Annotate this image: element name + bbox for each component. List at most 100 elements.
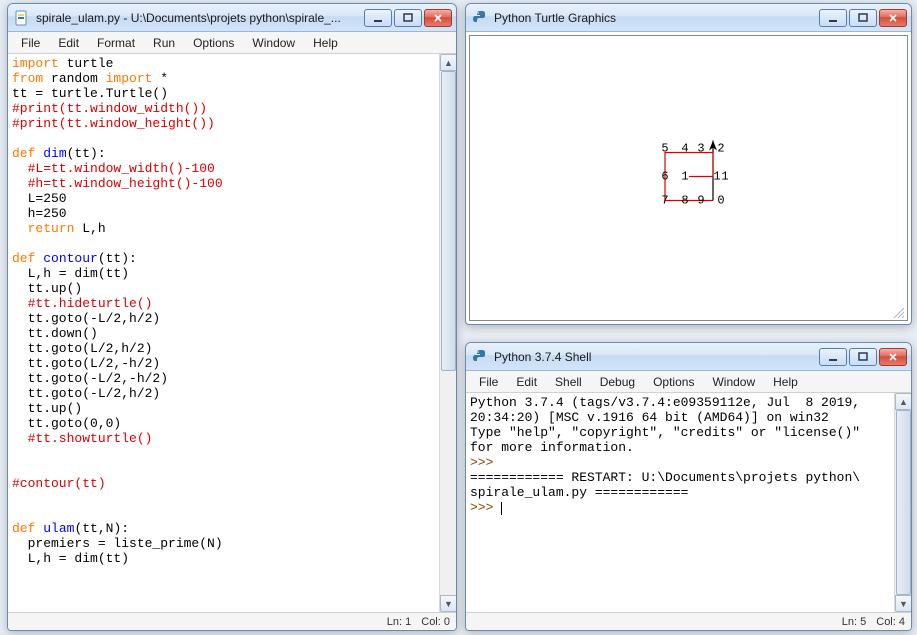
code-line: tt.goto(-L/2,h/2) — [12, 311, 435, 326]
minimize-button[interactable] — [819, 348, 847, 366]
menu-debug[interactable]: Debug — [591, 373, 644, 391]
code-line — [12, 131, 435, 146]
code-line: import turtle — [12, 56, 435, 71]
code-line — [12, 461, 435, 476]
code-line: L=250 — [12, 191, 435, 206]
scroll-down-button[interactable]: ▼ — [895, 595, 911, 612]
close-button[interactable] — [879, 348, 907, 366]
menu-options[interactable]: Options — [184, 34, 243, 52]
code-line: from random import * — [12, 71, 435, 86]
maximize-button[interactable] — [849, 348, 877, 366]
code-line: tt = turtle.Turtle() — [12, 86, 435, 101]
menu-options[interactable]: Options — [644, 373, 703, 391]
shell-scrollbar[interactable]: ▲ ▼ — [894, 393, 911, 612]
editor-titlebar[interactable]: spirale_ulam.py - U:\Documents\projets p… — [8, 4, 456, 32]
turtle-window: Python Turtle Graphics 5 4 — [465, 3, 912, 325]
scroll-up-button[interactable]: ▲ — [895, 393, 911, 410]
shell-col-indicator: Col: 4 — [876, 616, 905, 628]
menu-format[interactable]: Format — [88, 34, 144, 52]
shell-output[interactable]: Python 3.7.4 (tags/v3.7.4:e09359112e, Ju… — [466, 393, 894, 612]
grid-num: 4 — [681, 142, 688, 156]
resize-grip-icon[interactable] — [891, 305, 905, 319]
editor-line-indicator: Ln: 1 — [387, 616, 411, 628]
menu-file[interactable]: File — [12, 34, 49, 52]
code-line: L,h = dim(tt) — [12, 551, 435, 566]
code-line: def contour(tt): — [12, 251, 435, 266]
grid-num: 1 — [681, 170, 688, 184]
turtle-titlebar[interactable]: Python Turtle Graphics — [466, 4, 911, 32]
menu-help[interactable]: Help — [764, 373, 807, 391]
grid-num: 8 — [681, 194, 688, 208]
editor-menubar: FileEditFormatRunOptionsWindowHelp — [8, 32, 456, 54]
code-line: tt.goto(-L/2,h/2) — [12, 386, 435, 401]
shell-prompt: >>> — [470, 500, 501, 515]
maximize-button[interactable] — [849, 9, 877, 27]
grid-num: 2 — [717, 142, 724, 156]
shell-line-indicator: Ln: 5 — [842, 616, 866, 628]
shell-titlebar[interactable]: Python 3.7.4 Shell — [466, 343, 911, 371]
menu-run[interactable]: Run — [144, 34, 184, 52]
grid-num: 5 — [661, 142, 668, 156]
code-line: def ulam(tt,N): — [12, 521, 435, 536]
scroll-thumb[interactable] — [441, 71, 456, 371]
menu-help[interactable]: Help — [304, 34, 347, 52]
menu-edit[interactable]: Edit — [49, 34, 88, 52]
scroll-down-button[interactable]: ▼ — [440, 595, 456, 612]
close-button[interactable] — [879, 9, 907, 27]
shell-statusbar: Ln: 5 Col: 4 — [466, 612, 911, 630]
menu-edit[interactable]: Edit — [507, 373, 546, 391]
turtle-title: Python Turtle Graphics — [494, 11, 813, 25]
minimize-button[interactable] — [819, 9, 847, 27]
editor-scrollbar[interactable]: ▲ ▼ — [439, 54, 456, 612]
scroll-up-button[interactable]: ▲ — [440, 54, 456, 71]
turtle-content: 5 4 3 2 6 1 1 1 7 8 9 0 — [466, 32, 911, 324]
editor-col-indicator: Col: 0 — [421, 616, 450, 628]
code-line — [12, 506, 435, 521]
shell-prompt: >>> — [470, 455, 501, 470]
grid-num: 1 — [721, 170, 728, 184]
menu-file[interactable]: File — [470, 373, 507, 391]
shell-line: Python 3.7.4 (tags/v3.7.4:e09359112e, Ju… — [470, 395, 860, 410]
grid-num: 7 — [661, 194, 668, 208]
menu-window[interactable]: Window — [703, 373, 764, 391]
code-line: tt.down() — [12, 326, 435, 341]
close-button[interactable] — [424, 9, 452, 27]
code-line: tt.goto(0,0) — [12, 416, 435, 431]
code-line: premiers = liste_prime(N) — [12, 536, 435, 551]
shell-window-controls — [819, 348, 907, 366]
shell-content: Python 3.7.4 (tags/v3.7.4:e09359112e, Ju… — [466, 393, 911, 612]
code-line: #tt.hideturtle() — [12, 296, 435, 311]
code-line: def dim(tt): — [12, 146, 435, 161]
grid-num: 6 — [661, 170, 668, 184]
code-line: return L,h — [12, 221, 435, 236]
grid-num: 1 — [713, 170, 720, 184]
editor-window: spirale_ulam.py - U:\Documents\projets p… — [7, 3, 457, 631]
grid-num: 3 — [697, 142, 704, 156]
code-line: #L=tt.window_width()-100 — [12, 161, 435, 176]
shell-line: Type "help", "copyright", "credits" or "… — [470, 425, 860, 440]
code-line: tt.goto(L/2,-h/2) — [12, 356, 435, 371]
editor-title: spirale_ulam.py - U:\Documents\projets p… — [36, 11, 358, 25]
maximize-button[interactable] — [394, 9, 422, 27]
editor-content: import turtlefrom random import *tt = tu… — [8, 54, 456, 612]
code-line: #print(tt.window_width()) — [12, 101, 435, 116]
minimize-button[interactable] — [364, 9, 392, 27]
turtle-drawing: 5 4 3 2 6 1 1 1 7 8 9 0 — [643, 141, 735, 216]
scroll-thumb[interactable] — [896, 410, 911, 595]
code-line: h=250 — [12, 206, 435, 221]
menu-shell[interactable]: Shell — [546, 373, 591, 391]
shell-line: spirale_ulam.py ============ — [470, 485, 688, 500]
menu-window[interactable]: Window — [243, 34, 304, 52]
code-line — [12, 236, 435, 251]
python-file-icon — [14, 10, 30, 26]
code-line: #contour(tt) — [12, 476, 435, 491]
shell-window: Python 3.7.4 Shell FileEditShellDebugOpt… — [465, 342, 912, 631]
grid-num: 0 — [717, 194, 724, 208]
code-line — [12, 491, 435, 506]
shell-menubar: FileEditShellDebugOptionsWindowHelp — [466, 371, 911, 393]
code-line: tt.up() — [12, 281, 435, 296]
turtle-window-controls — [819, 9, 907, 27]
shell-line: ============ RESTART: U:\Documents\proje… — [470, 470, 860, 485]
shell-title: Python 3.7.4 Shell — [494, 350, 813, 364]
code-editor[interactable]: import turtlefrom random import *tt = tu… — [8, 54, 439, 612]
